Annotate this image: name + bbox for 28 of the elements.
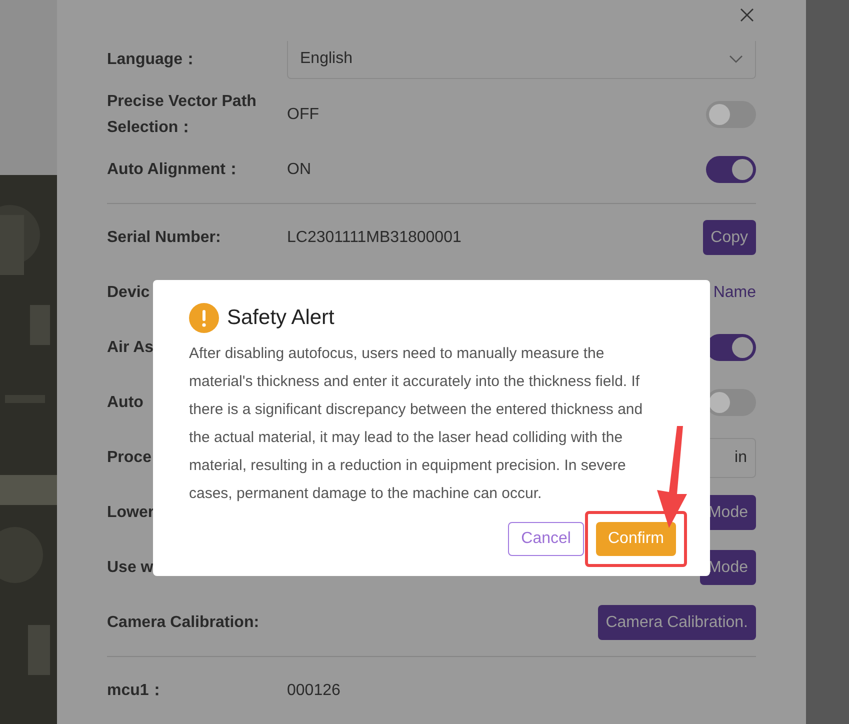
chevron-down-icon xyxy=(729,55,743,63)
setting-label: Language： xyxy=(107,50,199,68)
toggle-switch[interactable] xyxy=(706,101,756,128)
setting-label: Auto Alignment： xyxy=(107,160,242,178)
setting-value: 000126 xyxy=(287,680,342,700)
cancel-button[interactable]: Cancel xyxy=(508,522,584,556)
setting-label: Proce xyxy=(107,448,152,466)
setting-label: Use w xyxy=(107,558,154,576)
alert-title: Safety Alert xyxy=(227,305,334,331)
alert-message: After disabling autofocus, users need to manually measure the material's thickness and enter it accurately into the thickness field. If there is a significant discrepancy between the entered thickness and the actual material, it may lead to the laser head colliding with the material, resulting in a reduction in equipment precision. In severe cases, permanent damage to the machine can occur. xyxy=(189,344,644,504)
toggle-switch[interactable] xyxy=(706,156,756,183)
language-select[interactable]: English xyxy=(287,40,756,78)
setting-label: Auto xyxy=(107,394,144,410)
setting-label: mcu1： xyxy=(107,682,165,698)
serial-number: LC2301111MB31800001 xyxy=(287,228,462,248)
toggle-state: OFF xyxy=(287,104,320,124)
close-icon[interactable] xyxy=(740,8,754,22)
action-button[interactable]: Copy xyxy=(702,220,756,255)
toggle-state: ON xyxy=(287,160,312,180)
setting-label: Camera Calibration: xyxy=(107,614,260,630)
warning-icon xyxy=(189,302,219,333)
setting-label: Precise Vector Path Selection： xyxy=(107,92,256,136)
setting-label: Devic xyxy=(107,284,150,300)
setting-label: Lower xyxy=(107,504,154,520)
setting-label: Serial Number: xyxy=(107,228,221,246)
setting-label: Air As xyxy=(107,338,154,356)
rename-link[interactable]: Name xyxy=(713,280,756,304)
action-button[interactable]: Camera Calibration. xyxy=(598,605,756,640)
